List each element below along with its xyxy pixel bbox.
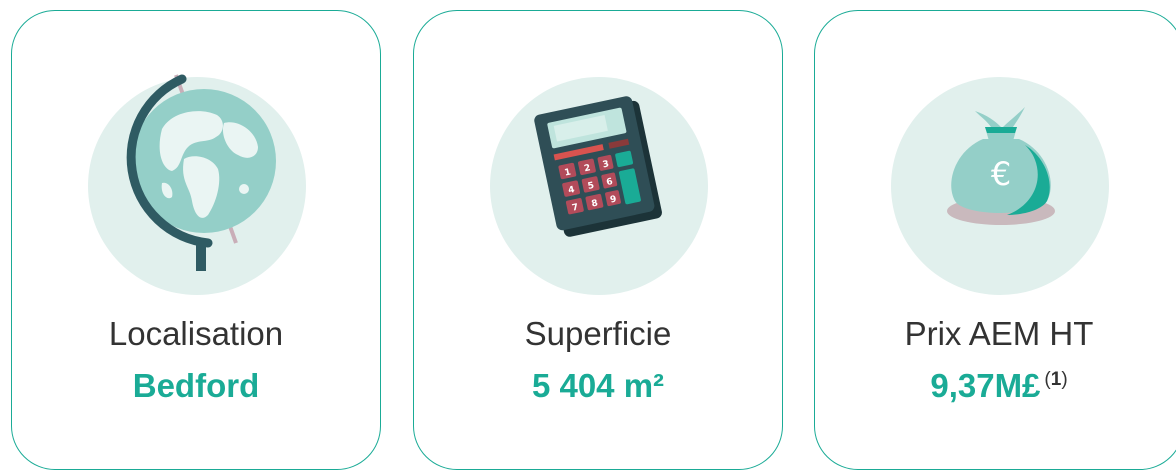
card-value: 9,37M£ — [930, 367, 1041, 404]
card-label: Superficie — [524, 315, 672, 352]
footnote-number: 1 — [1050, 369, 1062, 390]
localisation-card: Localisation Bedford — [11, 10, 381, 470]
superficie-card: 1 2 3 4 5 6 7 8 9 Superficie 5 404 m² — [413, 10, 783, 470]
prix-card: € Prix AEM HT 9,37M£ (1) — [814, 10, 1176, 470]
globe-icon — [126, 74, 276, 271]
euro-symbol: € — [991, 155, 1011, 193]
card-value: 5 404 m² — [531, 367, 665, 404]
calculator-icon: 1 2 3 4 5 6 7 8 9 — [534, 96, 662, 237]
card-value-row: 9,37M£ (1) — [815, 367, 1176, 405]
footnote-close: ) — [1061, 369, 1068, 390]
footnote-marker: (1) — [1044, 369, 1067, 390]
card-value: Bedford — [132, 367, 260, 404]
money-bag-icon: € — [947, 107, 1055, 225]
card-label: Localisation — [108, 315, 284, 352]
card-label: Prix AEM HT — [904, 315, 1094, 352]
